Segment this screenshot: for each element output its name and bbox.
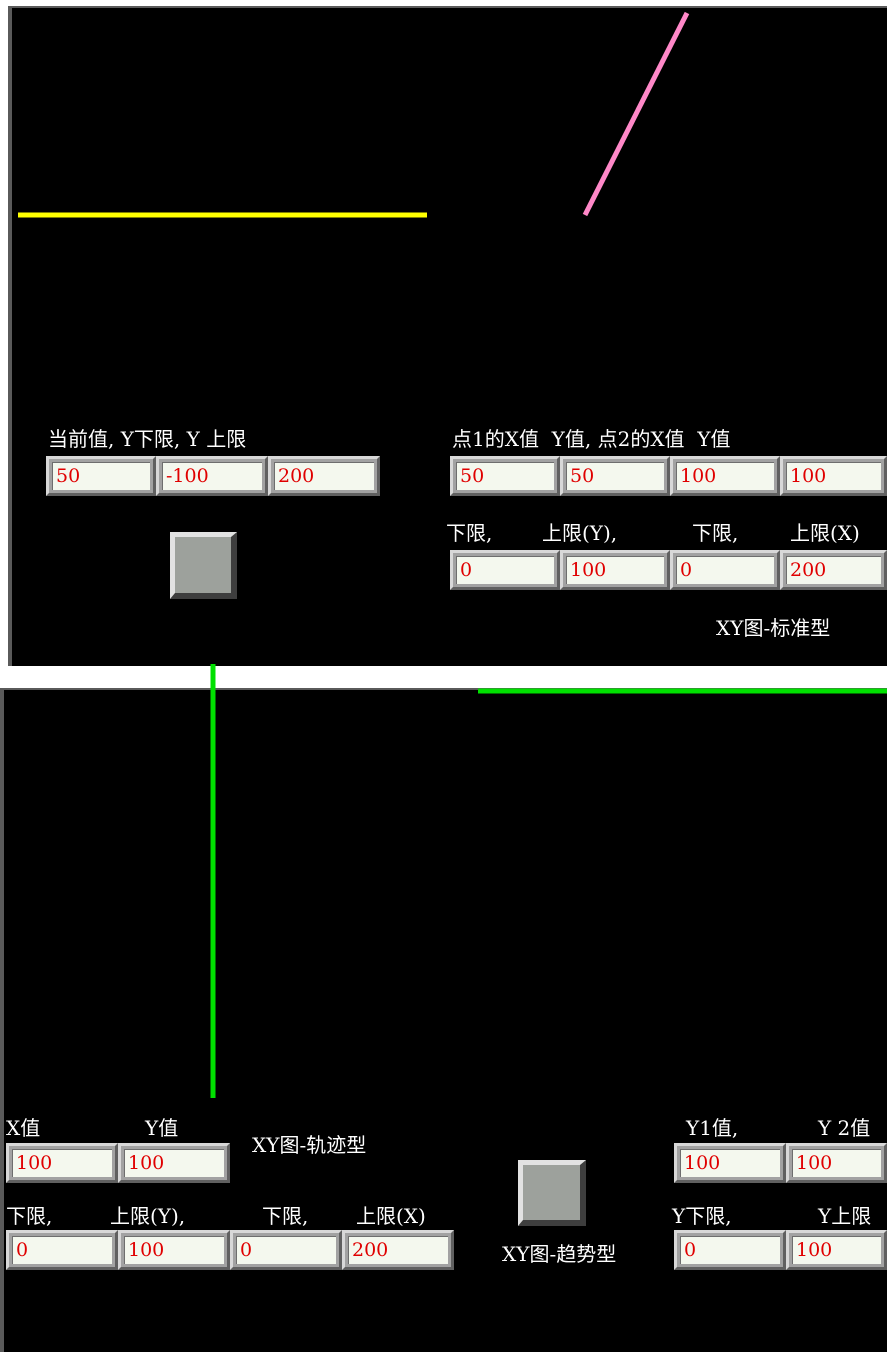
point2-x-field[interactable]: 100 [670,456,780,496]
xy-standard-title: XY图-标准型 [716,616,831,640]
upper-x-label: 上限(X) [790,521,860,545]
y-upper-field[interactable]: 200 [268,456,380,496]
lower-y-field[interactable]: 0 [450,550,560,590]
trend-y1-text[interactable]: 100 [680,1149,780,1177]
trend-y-upper-field[interactable]: 100 [786,1230,887,1270]
lower-x-label: 下限, [692,521,739,545]
lower-x-field[interactable]: 0 [670,550,780,590]
track-upper-y-text[interactable]: 100 [124,1236,224,1264]
current-limits-header: 当前值, Y下限, Y 上限 [48,427,247,451]
toggle-button[interactable] [170,532,237,599]
current-value-text[interactable]: 50 [52,462,150,490]
trend-y2-text[interactable]: 100 [792,1149,881,1177]
upper-y-field[interactable]: 100 [560,550,670,590]
points-header: 点1的X值 Y值, 点2的X值 Y值 [452,427,731,451]
y-lower-text[interactable]: -100 [162,462,262,490]
track-y-text[interactable]: 100 [124,1149,224,1177]
lower-x-text[interactable]: 0 [676,556,774,584]
track-upper-y-field[interactable]: 100 [118,1230,230,1270]
y-lower-field[interactable]: -100 [156,456,268,496]
track-upper-x-field[interactable]: 200 [342,1230,454,1270]
trend-y-upper-text[interactable]: 100 [792,1236,881,1264]
trend-y-lower-field[interactable]: 0 [674,1230,786,1270]
lower-y-text[interactable]: 0 [456,556,554,584]
xy-track-title: XY图-轨迹型 [252,1133,367,1157]
xy-trend-title: XY图-趋势型 [502,1242,617,1266]
trend-y-lower-text[interactable]: 0 [680,1236,780,1264]
track-upper-x-text[interactable]: 200 [348,1236,448,1264]
track-lower-x-field[interactable]: 0 [230,1230,342,1270]
point1-y-field[interactable]: 50 [560,456,670,496]
point2-y-text[interactable]: 100 [786,462,881,490]
y1-value-label: Y1值, [686,1116,739,1140]
x-value-label: X值 [6,1116,41,1140]
trend-toggle-button[interactable] [518,1160,586,1226]
trend-y-lower-label: Y下限, [672,1204,732,1228]
track-lower-x-text[interactable]: 0 [236,1236,336,1264]
point1-x-field[interactable]: 50 [450,456,560,496]
current-value-field[interactable]: 50 [46,456,156,496]
trend-y-upper-label: Y上限 [818,1204,872,1228]
point2-y-field[interactable]: 100 [780,456,887,496]
lower-y-label: 下限, [446,521,493,545]
track-y-field[interactable]: 100 [118,1143,230,1183]
track-x-text[interactable]: 100 [12,1149,112,1177]
track-lower-x-label: 下限, [262,1204,309,1228]
y-value-label: Y值 [145,1116,179,1140]
trend-y2-field[interactable]: 100 [786,1143,887,1183]
track-lower-y-text[interactable]: 0 [12,1236,112,1264]
upper-x-field[interactable]: 200 [780,550,887,590]
y2-value-label: Y 2值 [818,1116,871,1140]
track-lower-y-field[interactable]: 0 [6,1230,118,1270]
track-x-field[interactable]: 100 [6,1143,118,1183]
upper-x-text[interactable]: 200 [786,556,881,584]
y-upper-text[interactable]: 200 [274,462,374,490]
upper-y-label: 上限(Y), [542,521,618,545]
point1-y-text[interactable]: 50 [566,462,664,490]
track-upper-y-label: 上限(Y), [110,1204,186,1228]
upper-y-text[interactable]: 100 [566,556,664,584]
track-lower-y-label: 下限, [6,1204,53,1228]
trend-y1-field[interactable]: 100 [674,1143,786,1183]
point1-x-text[interactable]: 50 [456,462,554,490]
point2-x-text[interactable]: 100 [676,462,774,490]
track-upper-x-label: 上限(X) [356,1204,426,1228]
